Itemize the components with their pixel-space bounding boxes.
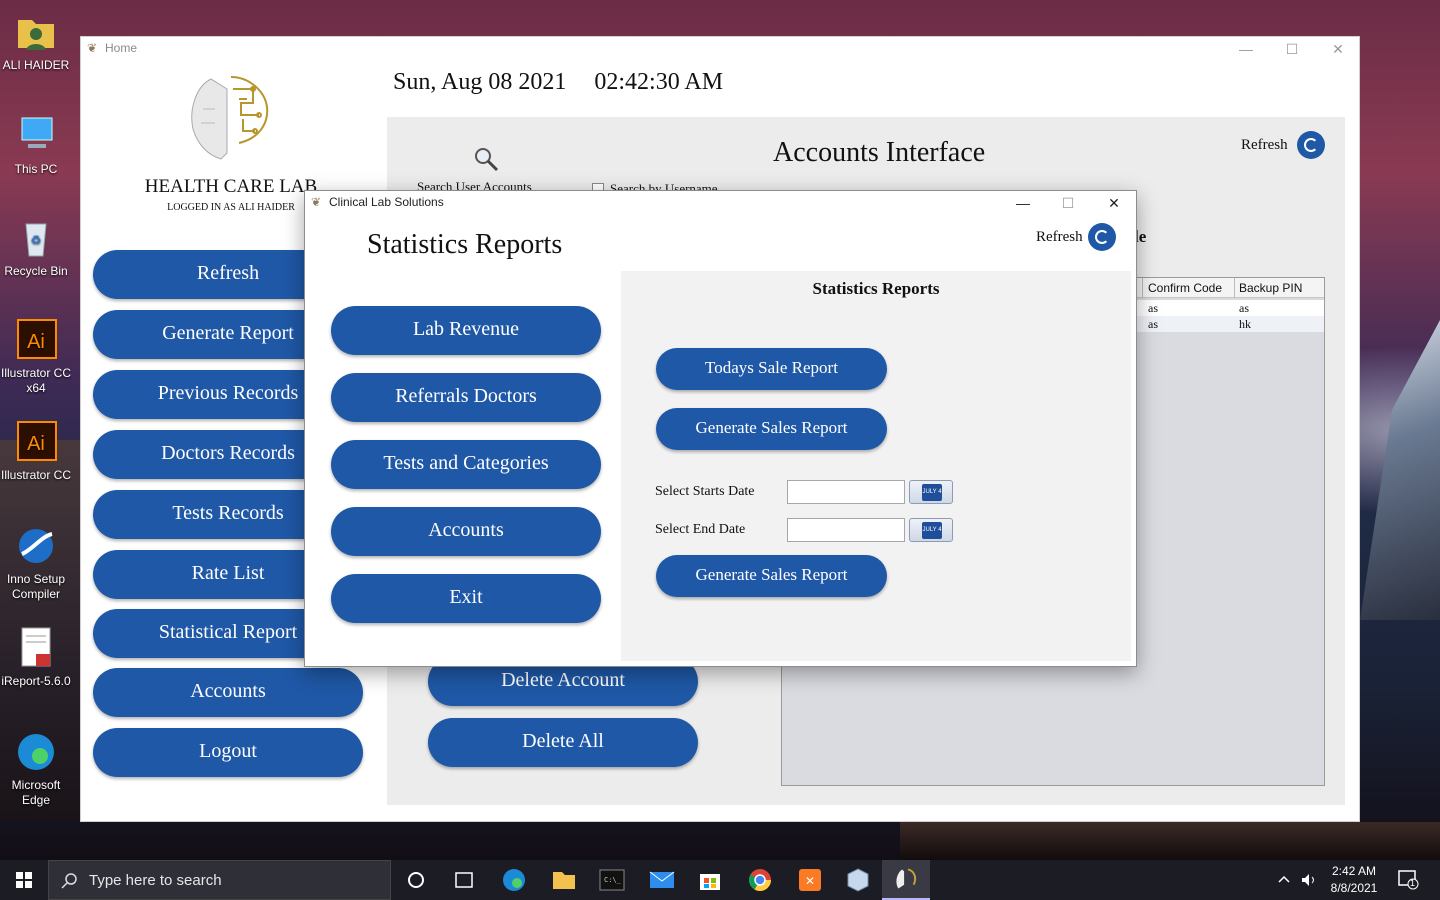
wallpaper-foreground [900, 822, 1440, 860]
health-care-lab-logo [191, 76, 269, 160]
desktop-icon-ireport[interactable]: iReport-5.6.0 [0, 626, 72, 689]
refresh-icon [1297, 131, 1325, 159]
taskbar-date: 8/8/2021 [1330, 881, 1378, 895]
desktop-icon-illustrator[interactable]: Ai Illustrator CC [0, 420, 72, 483]
edge-icon[interactable] [490, 860, 538, 900]
search-icon [61, 873, 77, 889]
windows-start-icon[interactable] [0, 860, 48, 900]
lab-revenue-button[interactable]: Lab Revenue [331, 306, 601, 355]
referrals-doctors-button[interactable]: Referrals Doctors [331, 373, 601, 422]
svg-text:Ai: Ai [27, 331, 45, 353]
tests-and-categories-button[interactable]: Tests and Categories [331, 440, 601, 489]
dialog-refresh-button[interactable]: Refresh [1036, 223, 1116, 251]
desktop-icon-recycle-bin[interactable]: ♻ Recycle Bin [0, 216, 72, 279]
desktop-icon-this-pc[interactable]: This PC [0, 114, 72, 177]
edge-icon [18, 734, 54, 770]
close-icon[interactable]: ✕ [1315, 37, 1361, 61]
wallpaper-mountain [1360, 320, 1440, 620]
taskbar-clock[interactable]: 2:42 AM 8/8/2021 [1326, 863, 1382, 897]
minimize-icon[interactable]: — [1223, 37, 1269, 61]
app-icon: ❦ [311, 195, 322, 209]
calendar-icon: JULY 4 [922, 484, 942, 501]
accounts-refresh-button[interactable]: Refresh [1241, 131, 1325, 159]
chrome-icon[interactable] [736, 860, 784, 900]
svg-text:Ai: Ai [27, 433, 45, 455]
user-folder-icon [18, 20, 54, 50]
delete-all-button[interactable]: Delete All [428, 718, 698, 767]
taskbar-search-placeholder: Type here to search [89, 872, 222, 889]
dialog-heading: Statistics Reports [367, 229, 563, 260]
terminal-icon[interactable]: C:\_ [588, 860, 636, 900]
taskbar-time: 2:42 AM [1331, 864, 1377, 878]
statistics-reports-dialog: ❦ Clinical Lab Solutions — ☐ ✕ Statistic… [304, 190, 1137, 667]
start-date-label: Select Starts Date [655, 484, 755, 499]
svg-text:♻: ♻ [31, 233, 42, 247]
desktop-icon-edge[interactable]: Microsoft Edge [0, 730, 72, 808]
current-time: 02:42:30 AM [594, 69, 724, 95]
exit-button[interactable]: Exit [331, 574, 601, 623]
maximize-icon[interactable]: ☐ [1045, 191, 1091, 215]
taskbar: Type here to search C:\_ ✕ 2:42 AM 8/8/2… [0, 860, 1440, 900]
end-date-calendar-button[interactable]: JULY 4 [909, 518, 953, 542]
main-titlebar: ❦ Home — ☐ ✕ [81, 37, 1359, 61]
app-icon: ❦ [87, 41, 98, 55]
task-view-icon[interactable] [440, 860, 488, 900]
volume-icon[interactable] [1300, 871, 1318, 889]
accounts-title: Accounts Interface [773, 137, 986, 168]
taskbar-search-box[interactable]: Type here to search [48, 860, 391, 900]
sidebar-accounts-button[interactable]: Accounts [93, 668, 363, 717]
computer-icon [21, 117, 53, 148]
virtualbox-icon[interactable] [834, 860, 882, 900]
notifications-icon[interactable] [1398, 870, 1420, 890]
desktop-icon-inno-setup[interactable]: Inno Setup Compiler [0, 524, 72, 602]
dialog-titlebar: ❦ Clinical Lab Solutions — ☐ ✕ [305, 191, 1136, 215]
mail-icon[interactable] [638, 860, 686, 900]
statistics-panel: Statistics Reports Todays Sale Report Ge… [621, 271, 1131, 661]
close-icon[interactable]: ✕ [1091, 191, 1137, 215]
ireport-icon [21, 627, 51, 667]
date-time-display: Sun, Aug 08 2021 02:42:30 AM [393, 69, 723, 96]
todays-sale-report-button[interactable]: Todays Sale Report [656, 348, 887, 390]
maximize-icon[interactable]: ☐ [1269, 37, 1315, 61]
desktop-icon-illustrator-x64[interactable]: Ai Illustrator CC x64 [0, 318, 72, 396]
generate-sales-report-range-button[interactable]: Generate Sales Report [656, 555, 887, 597]
generate-sales-report-button[interactable]: Generate Sales Report [656, 408, 887, 450]
recycle-bin-icon: ♻ [25, 223, 47, 257]
illustrator-icon: Ai [17, 319, 57, 359]
start-date-calendar-button[interactable]: JULY 4 [909, 480, 953, 504]
store-icon[interactable] [686, 860, 734, 900]
cortana-icon[interactable] [392, 860, 440, 900]
calendar-icon: JULY 4 [922, 522, 942, 539]
svg-text:C:\_: C:\_ [604, 876, 622, 884]
svg-text:✕: ✕ [805, 874, 815, 888]
start-date-field[interactable] [787, 480, 905, 504]
notification-count: 1 [1410, 878, 1416, 888]
illustrator-icon: Ai [17, 421, 57, 461]
end-date-label: Select End Date [655, 522, 746, 537]
dialog-title: Clinical Lab Solutions [329, 195, 444, 209]
chevron-up-icon[interactable] [1276, 872, 1292, 888]
current-date: Sun, Aug 08 2021 [393, 69, 567, 95]
column-header-confirm-code[interactable]: Confirm Code [1148, 281, 1222, 295]
minimize-icon[interactable]: — [1000, 191, 1046, 215]
clinical-lab-app-icon[interactable] [882, 860, 930, 900]
end-date-field[interactable] [787, 518, 905, 542]
accounts-button[interactable]: Accounts [331, 507, 601, 556]
file-explorer-icon[interactable] [540, 860, 588, 900]
sidebar-logout-button[interactable]: Logout [93, 728, 363, 777]
statistics-panel-title: Statistics Reports [812, 279, 940, 298]
refresh-icon [1088, 223, 1116, 251]
xampp-icon[interactable]: ✕ [786, 860, 834, 900]
desktop-icon-user-folder[interactable]: ALI HAIDER [0, 10, 72, 73]
inno-setup-icon [19, 529, 53, 563]
column-divider [1142, 278, 1143, 298]
column-header-backup-pin[interactable]: Backup PIN [1239, 281, 1302, 295]
main-window-title: Home [105, 41, 138, 55]
search-icon[interactable] [472, 145, 500, 173]
column-divider [1234, 278, 1235, 298]
